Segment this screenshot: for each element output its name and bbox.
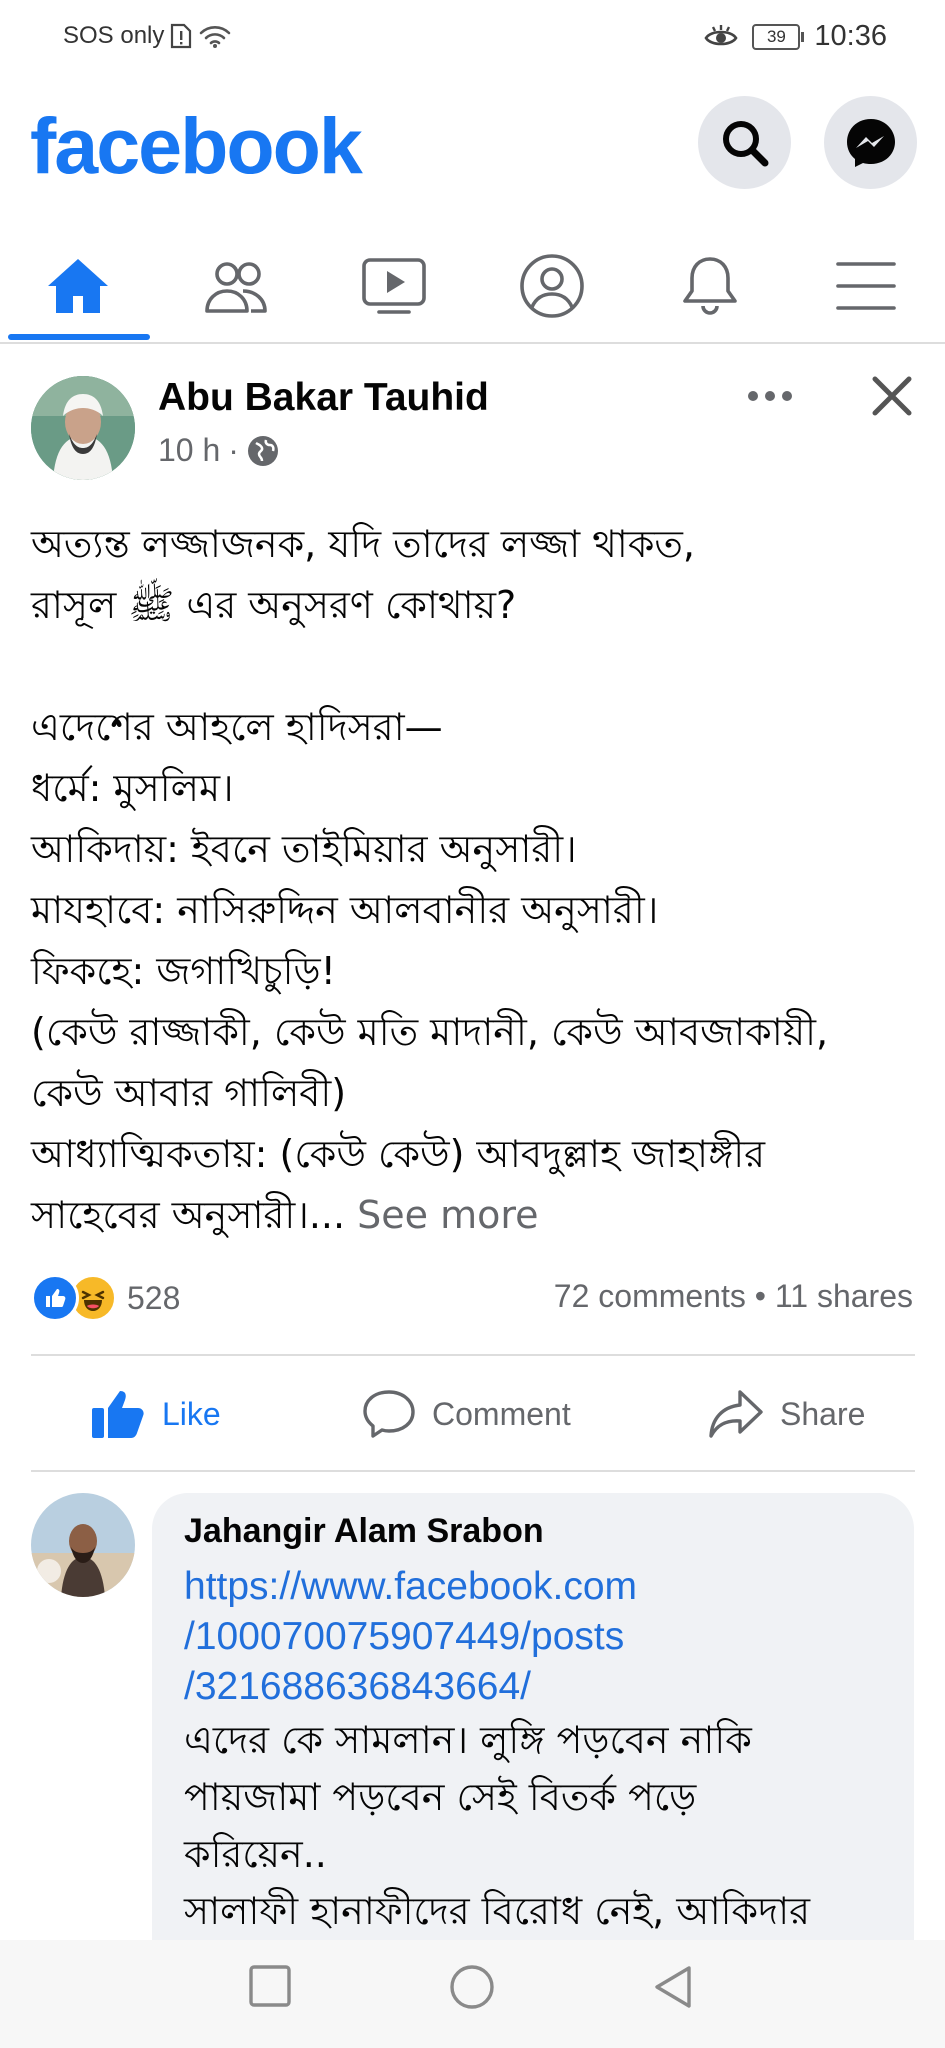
comment-line: এদের কে সামলান। লুঙ্গি পড়বেন নাকি [184, 1718, 752, 1762]
close-icon [872, 376, 912, 416]
avatar-image [31, 376, 135, 480]
globe-icon [247, 435, 278, 466]
comment-line: সালাফী হানাফীদের বিরোধ নেই, আকিদার [184, 1889, 810, 1933]
tab-menu[interactable] [796, 232, 936, 340]
status-right: 39 10:36 [704, 20, 887, 53]
post-author-name[interactable]: Abu Bakar Tauhid [158, 376, 489, 420]
back-triangle-icon [655, 1966, 691, 2008]
post-line: আধ্যাত্মিকতায়: (কেউ কেউ) আবদুল্লাহ জাহা… [31, 1132, 766, 1176]
more-options-icon [748, 391, 792, 401]
comment-line: করিয়েন.. [184, 1832, 327, 1876]
post-line-truncated: সাহেবের অনুসারী।... [31, 1193, 346, 1237]
comment-button[interactable]: Comment [362, 1386, 571, 1442]
tab-notifications[interactable] [640, 232, 780, 340]
comment-link-line: /321688636843664/ [184, 1665, 532, 1708]
post-last-line: সাহেবের অনুসারী।... See more [31, 1185, 921, 1246]
post-line: মাযহাবে: নাসিরুদ্দিন আলবানীর অনুসারী। [31, 888, 659, 932]
post-line: ধর্মে: মুসলিম। [31, 766, 234, 810]
like-button[interactable]: Like [90, 1386, 221, 1442]
eye-comfort-icon [704, 24, 738, 45]
share-button[interactable]: Share [708, 1386, 865, 1442]
bell-icon [683, 257, 737, 315]
comment-line: পায়জামা পড়বেন সেই বিতর্ক পড়ে [184, 1775, 697, 1819]
network-status: SOS only [63, 22, 232, 50]
meta-separator: · [228, 432, 239, 468]
post-line: (কেউ রাজ্জাকী, কেউ মতি মাদানী, কেউ আবজাক… [31, 1010, 829, 1054]
like-label: Like [162, 1395, 221, 1432]
network-label: SOS only [63, 22, 165, 49]
messenger-button[interactable] [824, 96, 917, 189]
status-bar: SOS only 39 10:36 [0, 0, 945, 80]
post-stats[interactable]: 72 comments • 11 shares [554, 1278, 913, 1315]
post-line [31, 636, 921, 697]
home-nav-button[interactable] [449, 1964, 495, 2015]
comment-link-line: https://www.facebook.com [184, 1565, 638, 1608]
square-icon [249, 1965, 291, 2007]
share-label: Share [780, 1395, 866, 1432]
reaction-count: 528 [127, 1279, 181, 1316]
comment-text: এদের কে সামলান। লুঙ্গি পড়বেন নাকি পায়জ… [184, 1712, 894, 1940]
menu-icon [836, 262, 896, 310]
circle-icon [450, 1965, 494, 2009]
clock: 10:36 [814, 20, 887, 52]
post-line: কেউ আবার গালিবী) [31, 1071, 347, 1115]
comment-link-line: /100070075907449/posts [184, 1615, 625, 1658]
active-tab-indicator [8, 334, 150, 340]
comment-author-name[interactable]: Jahangir Alam Srabon [184, 1512, 544, 1551]
sim-alert-icon [171, 23, 192, 49]
comment-link[interactable]: https://www.facebook.com /10007007590744… [184, 1562, 637, 1712]
friends-icon [205, 262, 267, 313]
post-meta: 10 h · [158, 432, 279, 469]
post-body: অত্যন্ত লজ্জাজনক, যদি তাদের লজ্জা থাকত, … [31, 514, 921, 1246]
tab-friends[interactable] [166, 232, 306, 340]
commenter-avatar[interactable] [31, 1493, 135, 1597]
tab-home[interactable] [8, 232, 148, 340]
search-icon [722, 120, 768, 166]
post-time[interactable]: 10 h [158, 432, 220, 469]
system-navigation-bar [0, 1940, 945, 2048]
author-avatar[interactable] [31, 376, 135, 480]
divider [31, 1354, 915, 1356]
home-icon [48, 259, 108, 313]
post-line: আকিদায়: ইবনে তাইমিয়ার অনুসারী। [31, 827, 577, 871]
search-button[interactable] [698, 96, 791, 189]
watch-icon [362, 258, 426, 314]
avatar-image [31, 1493, 135, 1597]
like-reaction-icon [31, 1274, 79, 1322]
post-options-button[interactable] [742, 378, 798, 414]
post-line: এদেশের আহলে হাদিসরা— [31, 705, 443, 749]
battery-indicator: 39 [752, 23, 805, 50]
profile-icon [520, 254, 584, 318]
comment-label: Comment [432, 1395, 571, 1432]
back-button[interactable] [651, 1964, 695, 2015]
share-icon [709, 1390, 763, 1438]
tab-profile[interactable] [482, 232, 622, 340]
post-line: রাসূল ﷺ এর অনুসরণ কোথায়? [31, 583, 517, 627]
hide-post-button[interactable] [866, 370, 918, 422]
reactions-summary[interactable]: 528 [31, 1274, 180, 1322]
wifi-icon [200, 26, 231, 48]
main-nav [0, 232, 945, 344]
messenger-icon [846, 118, 895, 167]
see-more-link[interactable]: See more [357, 1193, 538, 1237]
post-line: ফিকহে: জগাখিচুড়ি! [31, 949, 336, 993]
divider [31, 1470, 915, 1472]
comment-icon [363, 1390, 415, 1438]
thumbs-up-icon [92, 1391, 144, 1438]
tab-watch[interactable] [324, 232, 464, 340]
facebook-logo[interactable]: facebook [30, 100, 363, 192]
post-line: অত্যন্ত লজ্জাজনক, যদি তাদের লজ্জা থাকত, [31, 522, 695, 566]
recents-button[interactable] [248, 1964, 292, 2013]
